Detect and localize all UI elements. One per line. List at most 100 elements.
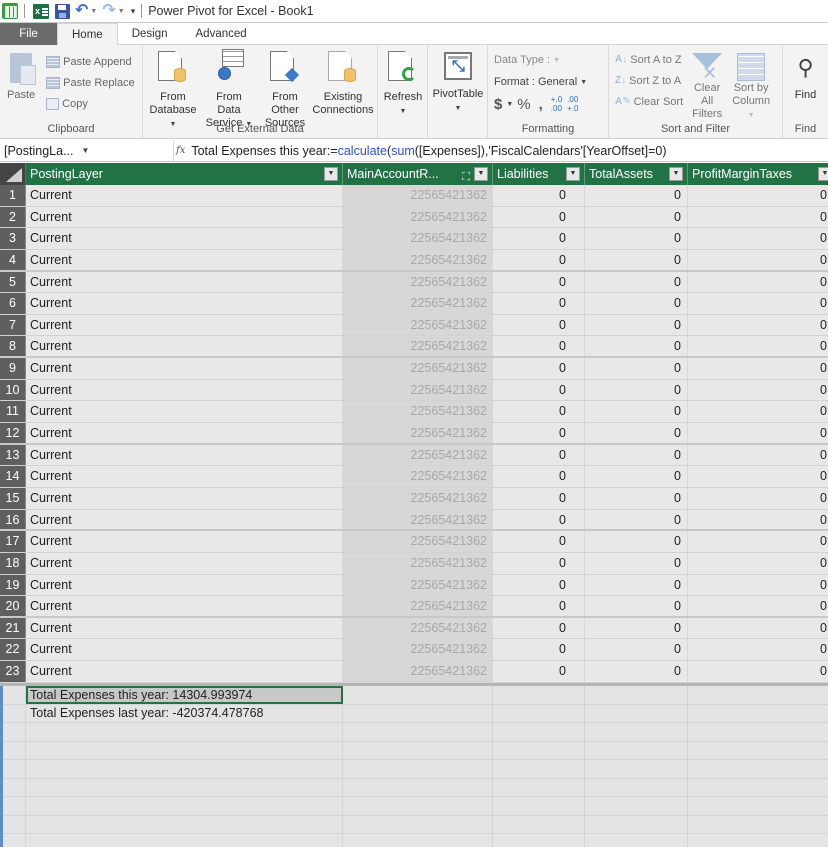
format-dropdown[interactable]: Format : General ▼: [494, 71, 587, 93]
table-row[interactable]: 13 Current 22565421362 0 0 0: [0, 444, 828, 467]
refresh-button[interactable]: Refresh ▼: [382, 49, 424, 139]
cell-postinglayer[interactable]: Current: [26, 293, 343, 314]
cell-profitmargintaxes[interactable]: 0: [688, 639, 828, 661]
measure-empty-cell[interactable]: [343, 834, 493, 847]
cell-liabilities[interactable]: 0: [493, 336, 585, 357]
cell-mainaccount[interactable]: 22565421362: [343, 423, 493, 443]
measure-empty-cell[interactable]: [3, 760, 26, 778]
cell-mainaccount[interactable]: 22565421362: [343, 228, 493, 249]
cell-totalassets[interactable]: 0: [585, 617, 688, 639]
cell-profitmargintaxes[interactable]: 0: [688, 206, 828, 228]
measure-empty-cell[interactable]: [493, 834, 585, 847]
measure-empty-cell[interactable]: [343, 723, 493, 741]
cell-mainaccount[interactable]: 22565421362: [343, 185, 493, 206]
cell-liabilities[interactable]: 0: [493, 423, 585, 443]
cell-postinglayer[interactable]: Current: [26, 249, 343, 270]
cell-totalassets[interactable]: 0: [585, 185, 688, 206]
cell-profitmargintaxes[interactable]: 0: [688, 466, 828, 487]
tab-advanced[interactable]: Advanced: [182, 23, 261, 45]
measure-empty-cell[interactable]: [688, 797, 828, 815]
cell-totalassets[interactable]: 0: [585, 574, 688, 596]
row-number[interactable]: 19: [0, 574, 26, 596]
row-number[interactable]: 5: [0, 271, 26, 293]
cell-postinglayer[interactable]: Current: [26, 379, 343, 401]
measure-empty-cell[interactable]: [493, 704, 585, 722]
table-row[interactable]: 6 Current 22565421362 0 0 0: [0, 293, 828, 315]
cell-postinglayer[interactable]: Current: [26, 574, 343, 596]
measure-cell[interactable]: [26, 834, 343, 847]
cell-postinglayer[interactable]: Current: [26, 228, 343, 249]
cell-profitmargintaxes[interactable]: 0: [688, 336, 828, 357]
filter-dropdown-icon[interactable]: ▼: [818, 167, 828, 181]
cell-totalassets[interactable]: 0: [585, 466, 688, 487]
row-number[interactable]: 3: [0, 228, 26, 249]
cell-mainaccount[interactable]: 22565421362: [343, 531, 493, 552]
table-row[interactable]: 17 Current 22565421362 0 0 0: [0, 531, 828, 553]
cell-profitmargintaxes[interactable]: 0: [688, 379, 828, 401]
comma-style-button[interactable]: ,: [539, 96, 543, 113]
cell-profitmargintaxes[interactable]: 0: [688, 596, 828, 616]
copy-button[interactable]: Copy: [46, 93, 135, 114]
measure-empty-cell[interactable]: [688, 705, 828, 723]
cell-liabilities[interactable]: 0: [493, 617, 585, 639]
table-row[interactable]: 8 Current 22565421362 0 0 0: [0, 336, 828, 359]
measure-empty-cell[interactable]: [688, 816, 828, 834]
pivottable-button[interactable]: PivotTable▼: [432, 49, 484, 139]
measure-empty-cell[interactable]: [493, 778, 585, 796]
cell-mainaccount[interactable]: 22565421362: [343, 314, 493, 336]
cell-mainaccount[interactable]: 22565421362: [343, 206, 493, 228]
measure-empty-cell[interactable]: [343, 704, 493, 722]
cell-liabilities[interactable]: 0: [493, 466, 585, 487]
paste-replace-button[interactable]: Paste Replace: [46, 72, 135, 93]
row-number[interactable]: 23: [0, 661, 26, 682]
sort-a-to-z-button[interactable]: A↓ Sort A to Z: [615, 49, 683, 70]
row-number[interactable]: 21: [0, 617, 26, 639]
currency-dropdown-icon[interactable]: ▼: [506, 101, 513, 108]
cell-mainaccount[interactable]: 22565421362: [343, 249, 493, 270]
measure-empty-cell[interactable]: [3, 815, 26, 833]
cell-mainaccount[interactable]: 22565421362: [343, 358, 493, 379]
row-number[interactable]: 10: [0, 379, 26, 401]
cell-postinglayer[interactable]: Current: [26, 531, 343, 552]
measure-empty-cell[interactable]: [688, 723, 828, 741]
undo-dropdown-icon[interactable]: ▼: [90, 8, 97, 15]
measure-cell[interactable]: [26, 778, 343, 796]
column-header-profitmargintaxes[interactable]: ProfitMarginTaxes ▼: [688, 163, 828, 185]
row-number[interactable]: 9: [0, 358, 26, 379]
measure-empty-cell[interactable]: [585, 778, 688, 796]
row-number[interactable]: 7: [0, 314, 26, 336]
measure-empty-cell[interactable]: [3, 723, 26, 741]
cell-postinglayer[interactable]: Current: [26, 271, 343, 293]
row-number[interactable]: 22: [0, 639, 26, 661]
cell-liabilities[interactable]: 0: [493, 574, 585, 596]
measure-empty-cell[interactable]: [585, 704, 688, 722]
cell-totalassets[interactable]: 0: [585, 401, 688, 423]
cell-postinglayer[interactable]: Current: [26, 617, 343, 639]
cell-liabilities[interactable]: 0: [493, 249, 585, 270]
table-row[interactable]: 4 Current 22565421362 0 0 0: [0, 249, 828, 272]
tab-design[interactable]: Design: [118, 23, 182, 45]
cell-liabilities[interactable]: 0: [493, 228, 585, 249]
measure-empty-cell[interactable]: [493, 797, 585, 815]
measure-empty-cell[interactable]: [3, 778, 26, 796]
cell-profitmargintaxes[interactable]: 0: [688, 271, 828, 293]
cell-profitmargintaxes[interactable]: 0: [688, 487, 828, 509]
cell-totalassets[interactable]: 0: [585, 509, 688, 530]
measure-empty-cell[interactable]: [585, 686, 688, 704]
paste-append-button[interactable]: Paste Append: [46, 51, 135, 72]
table-row[interactable]: 7 Current 22565421362 0 0 0: [0, 314, 828, 337]
row-number[interactable]: 15: [0, 487, 26, 509]
measure-cell[interactable]: [26, 815, 343, 833]
table-row[interactable]: 20 Current 22565421362 0 0 0: [0, 596, 828, 618]
measure-empty-cell[interactable]: [493, 741, 585, 759]
decrease-decimal-button[interactable]: .00 +.0: [567, 95, 578, 113]
measure-empty-cell[interactable]: [343, 797, 493, 815]
table-row[interactable]: 2 Current 22565421362 0 0 0: [0, 206, 828, 229]
row-number[interactable]: 2: [0, 206, 26, 228]
table-row[interactable]: 10 Current 22565421362 0 0 0: [0, 379, 828, 402]
cell-mainaccount[interactable]: 22565421362: [343, 552, 493, 574]
measure-empty-cell[interactable]: [3, 704, 26, 722]
percent-button[interactable]: %: [517, 96, 530, 113]
table-row[interactable]: 23 Current 22565421362 0 0 0: [0, 661, 828, 683]
measure-empty-cell[interactable]: [585, 760, 688, 778]
